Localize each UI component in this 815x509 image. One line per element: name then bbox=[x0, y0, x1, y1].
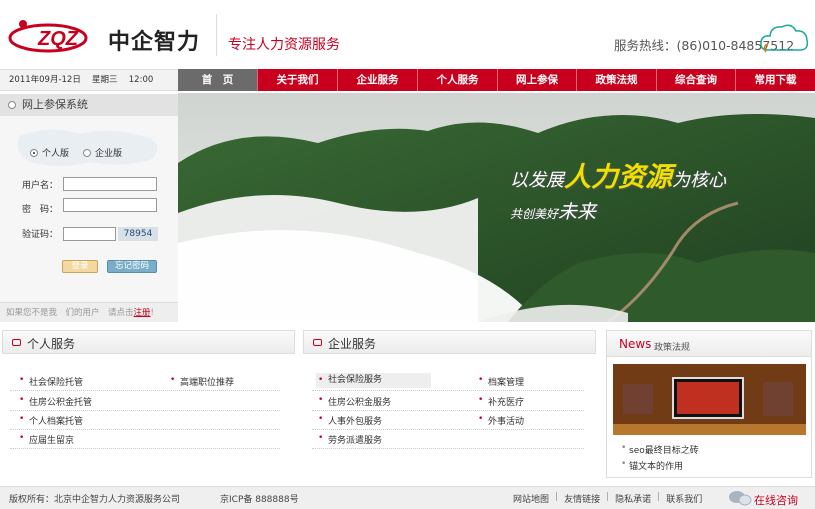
logo[interactable]: ZQZ 中企智力 bbox=[8, 14, 208, 58]
site-name: 中企智力 bbox=[108, 30, 201, 55]
username-label: 用户名： bbox=[22, 181, 59, 191]
radio-personal[interactable]: 个人版 bbox=[30, 146, 69, 159]
nav-online-insurance[interactable]: 网上参保 bbox=[497, 69, 576, 91]
news-title-zh[interactable]: 政策法规 bbox=[654, 340, 690, 353]
banner-line1-post: 为核心 bbox=[672, 170, 726, 191]
nav-personal-service[interactable]: 个人服务 bbox=[417, 69, 497, 91]
service-link[interactable]: 社会保险托管 bbox=[17, 375, 83, 388]
service-link[interactable]: 劳务派遣服务 bbox=[316, 433, 382, 446]
version-radio-group: 个人版 企业版 bbox=[30, 146, 122, 159]
news-item[interactable]: 锚文本的作用 bbox=[621, 459, 683, 472]
service-link[interactable]: 个人档案托管 bbox=[17, 414, 83, 427]
nav-enterprise-service[interactable]: 企业服务 bbox=[337, 69, 417, 91]
divider bbox=[10, 429, 280, 430]
radio-unchecked-icon bbox=[83, 148, 92, 157]
radio-company[interactable]: 企业版 bbox=[83, 146, 122, 159]
cloud-icon bbox=[760, 24, 809, 53]
enterprise-services-title: 企业服务 bbox=[328, 337, 377, 351]
nav-about[interactable]: 关于我们 bbox=[257, 69, 337, 91]
register-tip-text: 如果您不是我 们的用户 请点击 bbox=[6, 308, 134, 318]
online-chat-label: 在线咨询 bbox=[754, 494, 798, 507]
slogan: 专注人力资源服务 bbox=[228, 37, 340, 53]
footer-link-friends[interactable]: 友情链接 bbox=[564, 492, 600, 505]
radio-company-label: 企业版 bbox=[95, 149, 123, 159]
divider bbox=[10, 410, 280, 411]
service-link[interactable]: 人事外包服务 bbox=[316, 414, 382, 427]
header: ZQZ 中企智力 专注人力资源服务 服务热线：(86)010-84857512 bbox=[0, 0, 815, 68]
news-title-en: News bbox=[619, 337, 652, 351]
header-divider bbox=[216, 14, 217, 56]
radio-checked-icon bbox=[30, 148, 38, 157]
password-label: 密 码： bbox=[22, 205, 59, 215]
time-text: 12:00 bbox=[128, 75, 154, 85]
enterprise-services-header: 企业服务 bbox=[303, 330, 596, 354]
news-thumbnail-image[interactable] bbox=[613, 364, 806, 435]
register-tip: 如果您不是我 们的用户 请点击注册! bbox=[0, 302, 178, 322]
date-text: 2011年09月-12日 bbox=[9, 75, 81, 85]
service-link[interactable]: 住房公积金服务 bbox=[316, 395, 391, 408]
panel-icon bbox=[313, 339, 322, 346]
online-chat-button[interactable]: 在线咨询 bbox=[726, 488, 815, 508]
hero-banner: 以发展人力资源为核心 共创美好未来 bbox=[178, 93, 815, 322]
service-link[interactable]: 住房公积金托管 bbox=[17, 395, 92, 408]
captcha-label: 验证码： bbox=[22, 230, 59, 240]
banner-headline: 以发展人力资源为核心 bbox=[510, 155, 726, 194]
weekday-text: 星期三 bbox=[92, 75, 118, 85]
nav-home[interactable]: 首 页 bbox=[178, 69, 257, 91]
register-link[interactable]: 注册 bbox=[134, 308, 151, 318]
logo-mark: ZQZ bbox=[8, 20, 88, 53]
circle-icon bbox=[8, 101, 16, 109]
nav-query[interactable]: 综合查询 bbox=[656, 69, 735, 91]
forgot-password-button[interactable]: 忘记密码 bbox=[107, 260, 157, 273]
service-link[interactable]: 社会保险服务 bbox=[316, 373, 431, 388]
personal-services-header: 个人服务 bbox=[2, 330, 295, 354]
divider bbox=[312, 410, 584, 411]
service-link[interactable]: 档案管理 bbox=[476, 375, 524, 388]
chat-bubble-icon bbox=[729, 491, 752, 506]
svg-text:ZQZ: ZQZ bbox=[37, 28, 79, 50]
footer-link-contact[interactable]: 联系我们 bbox=[666, 492, 702, 505]
footer-links: 网站地图 | 友情链接 | 隐私承诺 | 联系我们 bbox=[513, 492, 703, 505]
login-title: 网上参保系统 bbox=[0, 94, 178, 116]
divider bbox=[312, 448, 584, 449]
captcha-image[interactable]: 78954 bbox=[118, 227, 158, 241]
service-link[interactable]: 补充医疗 bbox=[476, 395, 524, 408]
date-bar: 2011年09月-12日 星期三 12:00 bbox=[0, 69, 178, 91]
captcha-input[interactable] bbox=[63, 227, 116, 241]
banner-line1-pre: 以发展 bbox=[510, 170, 564, 191]
news-item[interactable]: seo最终目标之砖 bbox=[621, 443, 699, 456]
main-nav: 首 页 关于我们 企业服务 个人服务 网上参保 政策法规 综合查询 常用下载 bbox=[178, 69, 815, 91]
news-panel: News 政策法规 seo最终目标之砖 锚文本的作用 bbox=[606, 330, 812, 478]
divider bbox=[312, 390, 584, 391]
banner-subline: 共创美好未来 bbox=[510, 197, 596, 224]
radio-personal-label: 个人版 bbox=[42, 149, 70, 159]
banner-line2-big: 未来 bbox=[558, 201, 597, 223]
banner-line2-pre: 共创美好 bbox=[510, 207, 559, 221]
divider bbox=[10, 448, 280, 449]
service-link[interactable]: 高端职位推荐 bbox=[168, 375, 234, 388]
footer-link-privacy[interactable]: 隐私承诺 bbox=[615, 492, 651, 505]
service-link[interactable]: 外事活动 bbox=[476, 414, 524, 427]
password-input[interactable] bbox=[63, 198, 157, 212]
login-button[interactable]: 登录 bbox=[62, 260, 98, 273]
nav-download[interactable]: 常用下载 bbox=[735, 69, 815, 91]
icp-number: 京ICP备 888888号 bbox=[220, 495, 299, 505]
nav-policy[interactable]: 政策法规 bbox=[576, 69, 656, 91]
username-input[interactable] bbox=[63, 177, 157, 191]
banner-line1-big: 人力资源 bbox=[564, 162, 672, 193]
footer-link-sitemap[interactable]: 网站地图 bbox=[513, 492, 549, 505]
news-header: News 政策法规 bbox=[607, 331, 811, 357]
divider bbox=[10, 390, 280, 391]
copyright: 版权所有：北京中企智力人力资源服务公司 bbox=[9, 495, 181, 505]
panel-icon bbox=[12, 339, 21, 346]
service-link[interactable]: 应届生留京 bbox=[17, 433, 74, 446]
divider bbox=[312, 429, 584, 430]
login-title-text: 网上参保系统 bbox=[22, 98, 88, 111]
great-wall-landscape-image bbox=[178, 93, 815, 322]
footer: 版权所有：北京中企智力人力资源服务公司 京ICP备 888888号 网站地图 | … bbox=[0, 486, 815, 509]
personal-services-title: 个人服务 bbox=[27, 337, 76, 351]
